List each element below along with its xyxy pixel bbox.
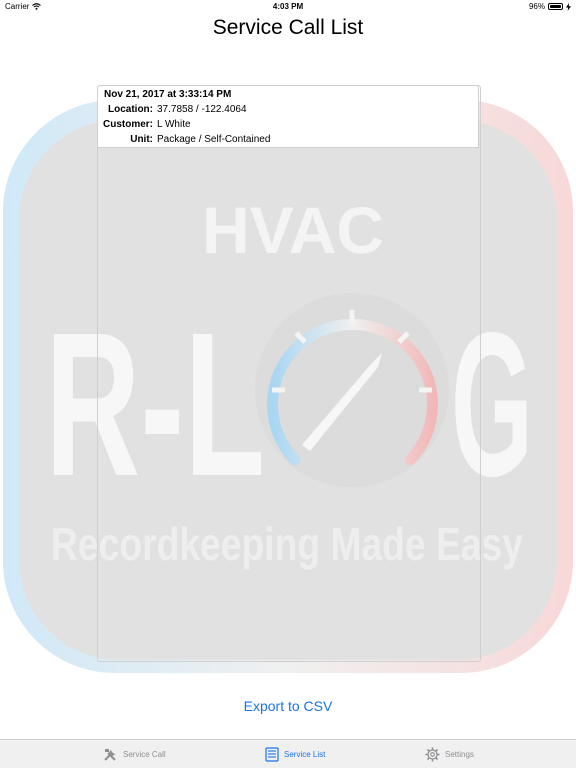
service-call-row[interactable]: Nov 21, 2017 at 3:33:14 PM Location: 37.… <box>97 85 479 148</box>
list-icon <box>265 747 279 762</box>
gear-icon <box>425 747 440 762</box>
tab-label-service-list: Service List <box>284 750 326 759</box>
tab-service-call[interactable]: Service Call <box>103 747 166 762</box>
status-bar: Carrier 4:03 PM 96% <box>0 0 576 13</box>
tab-label-settings: Settings <box>445 750 474 759</box>
tools-icon <box>104 749 116 761</box>
tab-settings[interactable]: Settings <box>425 747 474 762</box>
battery-level <box>550 5 561 8</box>
location-label: Location: <box>108 104 153 115</box>
location-value: 37.7858 / -122.4064 <box>157 104 247 115</box>
service-call-date: Nov 21, 2017 at 3:33:14 PM <box>104 89 232 100</box>
status-time: 4:03 PM <box>272 2 304 11</box>
customer-label: Customer: <box>102 119 153 130</box>
unit-label: Unit: <box>130 134 153 145</box>
service-call-list <box>97 85 481 662</box>
tab-bar: Service Call Service List Settings <box>0 739 576 768</box>
customer-value: L White <box>157 119 191 130</box>
export-csv-button[interactable]: Export to CSV <box>0 698 576 714</box>
battery-icon <box>548 3 563 10</box>
charging-icon <box>566 2 571 11</box>
unit-value: Package / Self-Contained <box>157 134 271 145</box>
tab-label-service-call: Service Call <box>123 750 166 759</box>
tab-service-list[interactable]: Service List <box>265 747 325 762</box>
battery-percent: 96% <box>528 2 545 11</box>
page-title: Service Call List <box>212 16 364 39</box>
